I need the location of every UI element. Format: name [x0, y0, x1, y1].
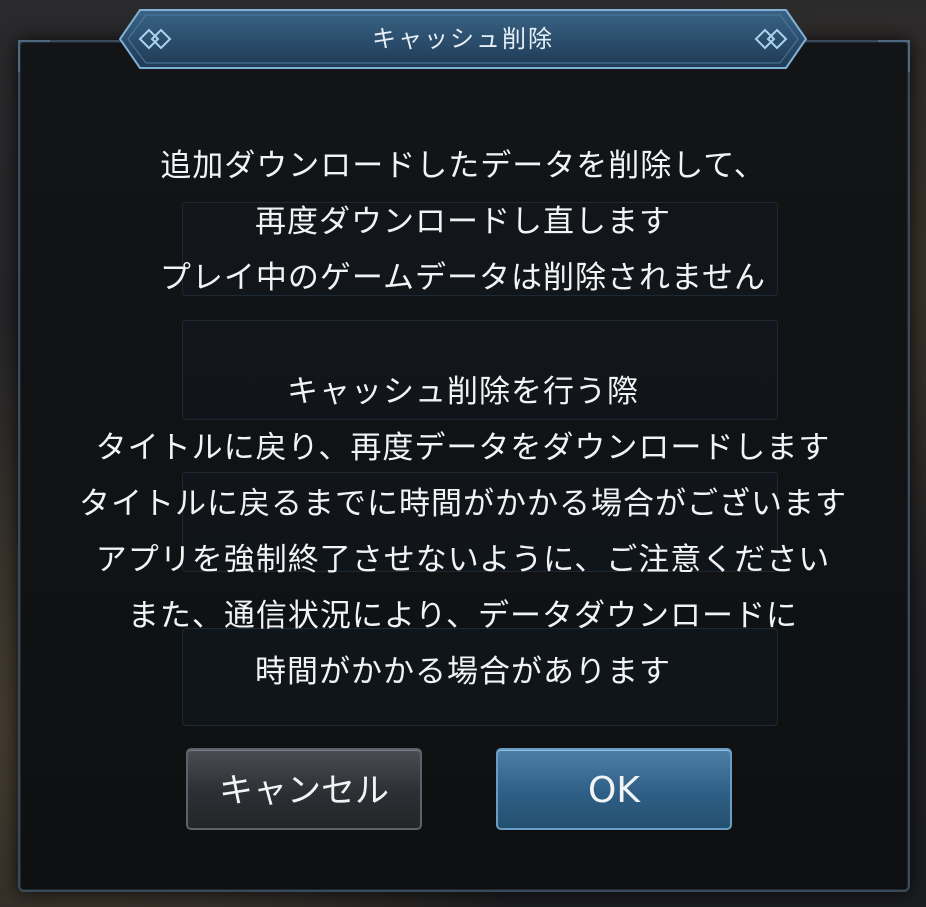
cancel-button[interactable]: キャンセル	[186, 748, 422, 830]
message-line: また、通信状況により、データダウンロードに	[127, 598, 799, 634]
dialog-message: 追加ダウンロードしたデータを削除して、 再度ダウンロードし直します プレイ中のゲ…	[20, 138, 906, 700]
message-line: アプリを強制終了させないように、ご注意ください	[95, 542, 831, 578]
ok-button[interactable]: OK	[496, 748, 732, 830]
message-line: 時間がかかる場合があります	[255, 654, 671, 690]
dialog-title-banner: キャッシュ削除	[118, 8, 808, 70]
frame-corner	[18, 40, 50, 72]
message-spacer	[20, 306, 906, 364]
message-line: キャッシュ削除を行う際	[287, 374, 639, 410]
message-line: プレイ中のゲームデータは削除されません	[159, 260, 767, 296]
message-line: 再度ダウンロードし直します	[255, 204, 671, 240]
message-line: タイトルに戻り、再度データをダウンロードします	[95, 430, 831, 466]
game-screen: キャッシュ削除 追加ダウンロードしたデータを削除して、 再度ダウンロードし直しま…	[0, 0, 926, 907]
dialog-title: キャッシュ削除	[372, 25, 554, 53]
message-line: 追加ダウンロードしたデータを削除して、	[160, 148, 766, 184]
frame-corner	[878, 40, 910, 72]
message-line: タイトルに戻るまでに時間がかかる場合がございます	[79, 486, 847, 522]
